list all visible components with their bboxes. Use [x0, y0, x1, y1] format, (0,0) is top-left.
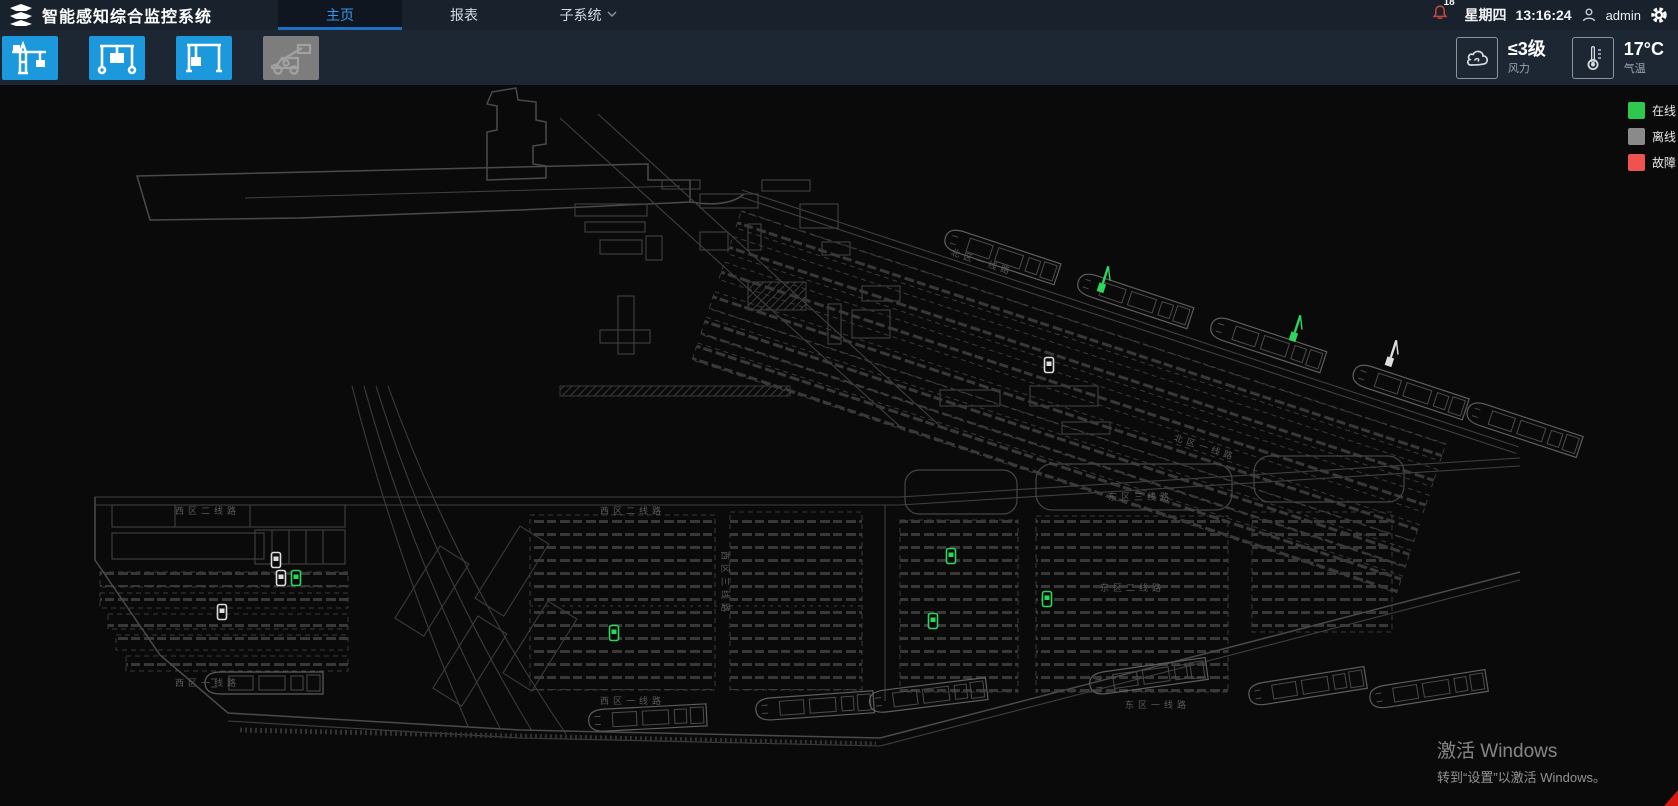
map-marker-online[interactable]: [1289, 314, 1306, 343]
online-label: 在线: [1652, 102, 1676, 119]
map-marker-online[interactable]: [1043, 592, 1052, 607]
reach-stacker-icon: [268, 40, 314, 76]
temperature-value: 17°C: [1624, 39, 1664, 59]
tab-home[interactable]: 主页: [278, 0, 402, 30]
offline-swatch: [1628, 128, 1645, 145]
quay-crane-icon: [8, 40, 52, 76]
fault-swatch: [1628, 154, 1645, 171]
corner-flag: [1664, 790, 1678, 806]
notification-bell[interactable]: 18: [1432, 4, 1448, 26]
wind-icon-box: [1456, 37, 1498, 79]
settings-gear-icon[interactable]: [1650, 6, 1668, 24]
online-swatch: [1628, 102, 1645, 119]
thermometer-icon: [1580, 44, 1606, 72]
tab-subsystems[interactable]: 子系统: [526, 0, 650, 30]
main-tabs: 主页 报表 子系统: [278, 0, 650, 30]
map-marker-offline[interactable]: [218, 605, 227, 620]
wind-widget: ≤3级 风力: [1456, 37, 1546, 79]
road-label: 西区三线路: [719, 551, 731, 616]
clock-text: 13:16:24: [1516, 7, 1572, 23]
map-marker-offline[interactable]: [1045, 358, 1054, 373]
fault-label: 故障: [1652, 154, 1676, 171]
legend-fault: 故障: [1628, 154, 1678, 171]
user-icon: [1581, 7, 1597, 23]
tab-subsystems-label: 子系统: [560, 5, 602, 25]
wind-value: ≤3级: [1508, 39, 1546, 59]
reach-stacker-button[interactable]: [263, 36, 319, 80]
map-marker-online[interactable]: [610, 626, 619, 641]
road-label: 西区一线路: [600, 695, 665, 707]
rmg-crane-button[interactable]: [176, 36, 232, 80]
offline-label: 离线: [1652, 128, 1676, 145]
road-label: 西区一线路: [175, 677, 240, 689]
app-root: 智能感知综合监控系统 主页 报表 子系统 18 星期四 13:16:24: [0, 0, 1678, 806]
map-marker-online[interactable]: [292, 571, 301, 586]
temperature-label: 气温: [1624, 60, 1664, 76]
road-label: 东区三线路: [1108, 491, 1173, 503]
port-map: 北区一线路 北区一线路: [0, 86, 1678, 806]
wind-icon: [1463, 45, 1491, 71]
header-right: 18 星期四 13:16:24 admin: [1432, 0, 1678, 30]
chevron-down-icon: [607, 10, 617, 21]
username-text[interactable]: admin: [1606, 8, 1641, 23]
app-title: 智能感知综合监控系统: [42, 3, 212, 27]
map-marker-offline[interactable]: [272, 553, 281, 568]
rmg-crane-icon: [182, 40, 226, 76]
map-marker-offline[interactable]: [277, 571, 286, 586]
weekday-text: 星期四: [1465, 5, 1507, 25]
notification-count-badge: 18: [1444, 0, 1455, 8]
equipment-toolbar: ≤3级 风力 17°C 气温: [0, 30, 1678, 86]
rtg-crane-icon: [95, 40, 139, 76]
rtg-crane-button[interactable]: [89, 36, 145, 80]
brand: 智能感知综合监控系统: [0, 0, 226, 30]
road-label: 西区二线路: [600, 505, 665, 517]
app-logo-icon: [8, 3, 34, 27]
map-marker-online[interactable]: [1097, 265, 1114, 294]
wind-label: 风力: [1508, 60, 1546, 76]
legend-offline: 离线: [1628, 128, 1678, 145]
status-legend: 在线 离线 故障: [1628, 102, 1678, 171]
road-label: 东区二线路: [1100, 582, 1165, 594]
tab-reports[interactable]: 报表: [402, 0, 526, 30]
temperature-icon-box: [1572, 37, 1614, 79]
road-label: 西区二线路: [175, 505, 240, 517]
map-marker-offline[interactable]: [1385, 339, 1402, 368]
quay-crane-button[interactable]: [2, 36, 58, 80]
legend-online: 在线: [1628, 102, 1678, 119]
map-marker-online[interactable]: [929, 614, 938, 629]
map-area: 北区一线路 北区一线路: [0, 86, 1678, 806]
map-marker-online[interactable]: [947, 549, 956, 564]
top-nav: 智能感知综合监控系统 主页 报表 子系统 18 星期四 13:16:24: [0, 0, 1678, 30]
temperature-widget: 17°C 气温: [1572, 37, 1664, 79]
road-label: 东区一线路: [1125, 699, 1190, 711]
